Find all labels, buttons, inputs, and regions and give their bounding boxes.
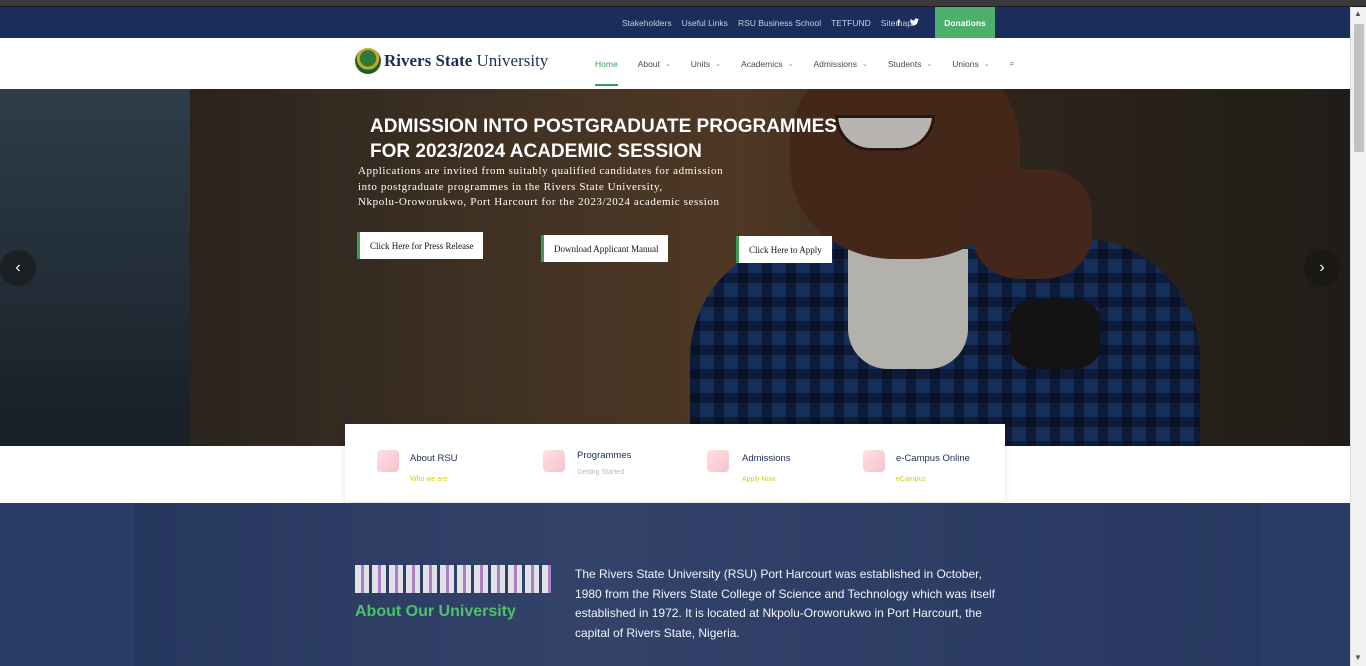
about-heading: About Our University: [355, 603, 516, 620]
nav-home[interactable]: Home: [595, 38, 618, 89]
apply-button[interactable]: Click Here to Apply: [736, 236, 832, 263]
chevron-down-icon: ⌄: [787, 60, 794, 68]
chevron-down-icon: ⌄: [715, 60, 722, 68]
download-manual-button[interactable]: Download Applicant Manual: [541, 235, 669, 262]
nav-admissions[interactable]: Admissions ⌄: [813, 38, 867, 89]
admissions-icon: [707, 450, 729, 472]
quick-link-subtitle: Who we are: [410, 476, 448, 483]
quick-link-title: e-Campus Online: [896, 453, 970, 464]
chevron-down-icon: ⌄: [664, 60, 671, 68]
hero-title: ADMISSION INTO POSTGRADUATE PROGRAMMES F…: [370, 116, 837, 162]
top-utility-bar: Stakeholders Useful Links RSU Business S…: [0, 7, 1350, 38]
social-links: f: [897, 7, 919, 38]
link-stakeholders[interactable]: Stakeholders: [622, 18, 672, 28]
logo-wordmark: Rivers State University: [384, 51, 549, 70]
chevron-right-icon: ›: [1319, 259, 1325, 276]
quick-link-title: About RSU: [410, 453, 458, 464]
nav-students[interactable]: Students ⌄: [888, 38, 932, 89]
quick-links-bar: About RSU Who we are Programmes Getting …: [345, 424, 1005, 502]
link-useful-links[interactable]: Useful Links: [682, 18, 728, 28]
slider-prev-button[interactable]: ‹: [0, 250, 36, 286]
quick-link-subtitle: Apply Now: [742, 476, 776, 483]
twitter-icon[interactable]: [910, 17, 919, 28]
browser-top-strip: [0, 0, 1366, 7]
nav-about[interactable]: About ⌄: [638, 38, 671, 89]
utility-links: Stakeholders Useful Links RSU Business S…: [622, 7, 922, 38]
chevron-left-icon: ‹: [15, 259, 21, 276]
university-wordmark-logo: [355, 565, 551, 593]
quick-link-admissions[interactable]: Admissions Apply Now: [707, 424, 857, 502]
university-crest-icon: [355, 48, 381, 74]
about-icon: [377, 450, 399, 472]
main-navbar: Rivers State University Home About ⌄ Unit…: [0, 38, 1350, 89]
scroll-down-icon[interactable]: ▼: [1354, 653, 1362, 662]
quick-link-title: Programmes: [577, 450, 632, 461]
site-logo[interactable]: Rivers State University: [355, 48, 548, 74]
quick-link-about[interactable]: About RSU Who we are: [377, 424, 527, 502]
quick-link-programmes[interactable]: Programmes Getting Started: [543, 424, 693, 502]
nav-academics[interactable]: Academics ⌄: [741, 38, 793, 89]
chevron-down-icon: ⌄: [983, 60, 990, 68]
scroll-up-icon[interactable]: ▲: [1354, 9, 1362, 18]
hero-slider: ADMISSION INTO POSTGRADUATE PROGRAMMES F…: [0, 89, 1350, 446]
hero-description: Applications are invited from suitably q…: [358, 165, 724, 208]
link-tetfund[interactable]: TETFUND: [831, 18, 871, 28]
about-section: About Our University The Rivers State Un…: [0, 503, 1350, 666]
nav-unions[interactable]: Unions ⌄: [952, 38, 989, 89]
chevron-down-icon: ⌄: [861, 60, 868, 68]
nav-units[interactable]: Units ⌄: [691, 38, 721, 89]
quick-link-subtitle: eCampus: [896, 476, 926, 483]
about-text: The Rivers State University (RSU) Port H…: [575, 567, 996, 641]
page-scrollbar[interactable]: ▲ ▼: [1350, 7, 1366, 666]
chevron-down-icon: ⌄: [926, 60, 933, 68]
programmes-icon: [543, 450, 565, 472]
primary-menu: Home About ⌄ Units ⌄ Academics ⌄ Admissions…: [595, 38, 1034, 89]
facebook-icon[interactable]: f: [897, 18, 900, 28]
link-business-school[interactable]: RSU Business School: [738, 18, 821, 28]
search-icon[interactable]: ⌕: [1010, 38, 1015, 89]
quick-link-subtitle: Getting Started: [577, 469, 625, 476]
press-release-button[interactable]: Click Here for Press Release: [357, 232, 484, 259]
scrollbar-thumb[interactable]: [1354, 24, 1364, 152]
quick-link-ecampus[interactable]: e-Campus Online eCampus: [863, 424, 1003, 502]
slider-next-button[interactable]: ›: [1304, 250, 1340, 286]
quick-link-title: Admissions: [742, 453, 791, 464]
ecampus-icon: [863, 450, 885, 472]
donations-button[interactable]: Donations: [935, 7, 995, 38]
